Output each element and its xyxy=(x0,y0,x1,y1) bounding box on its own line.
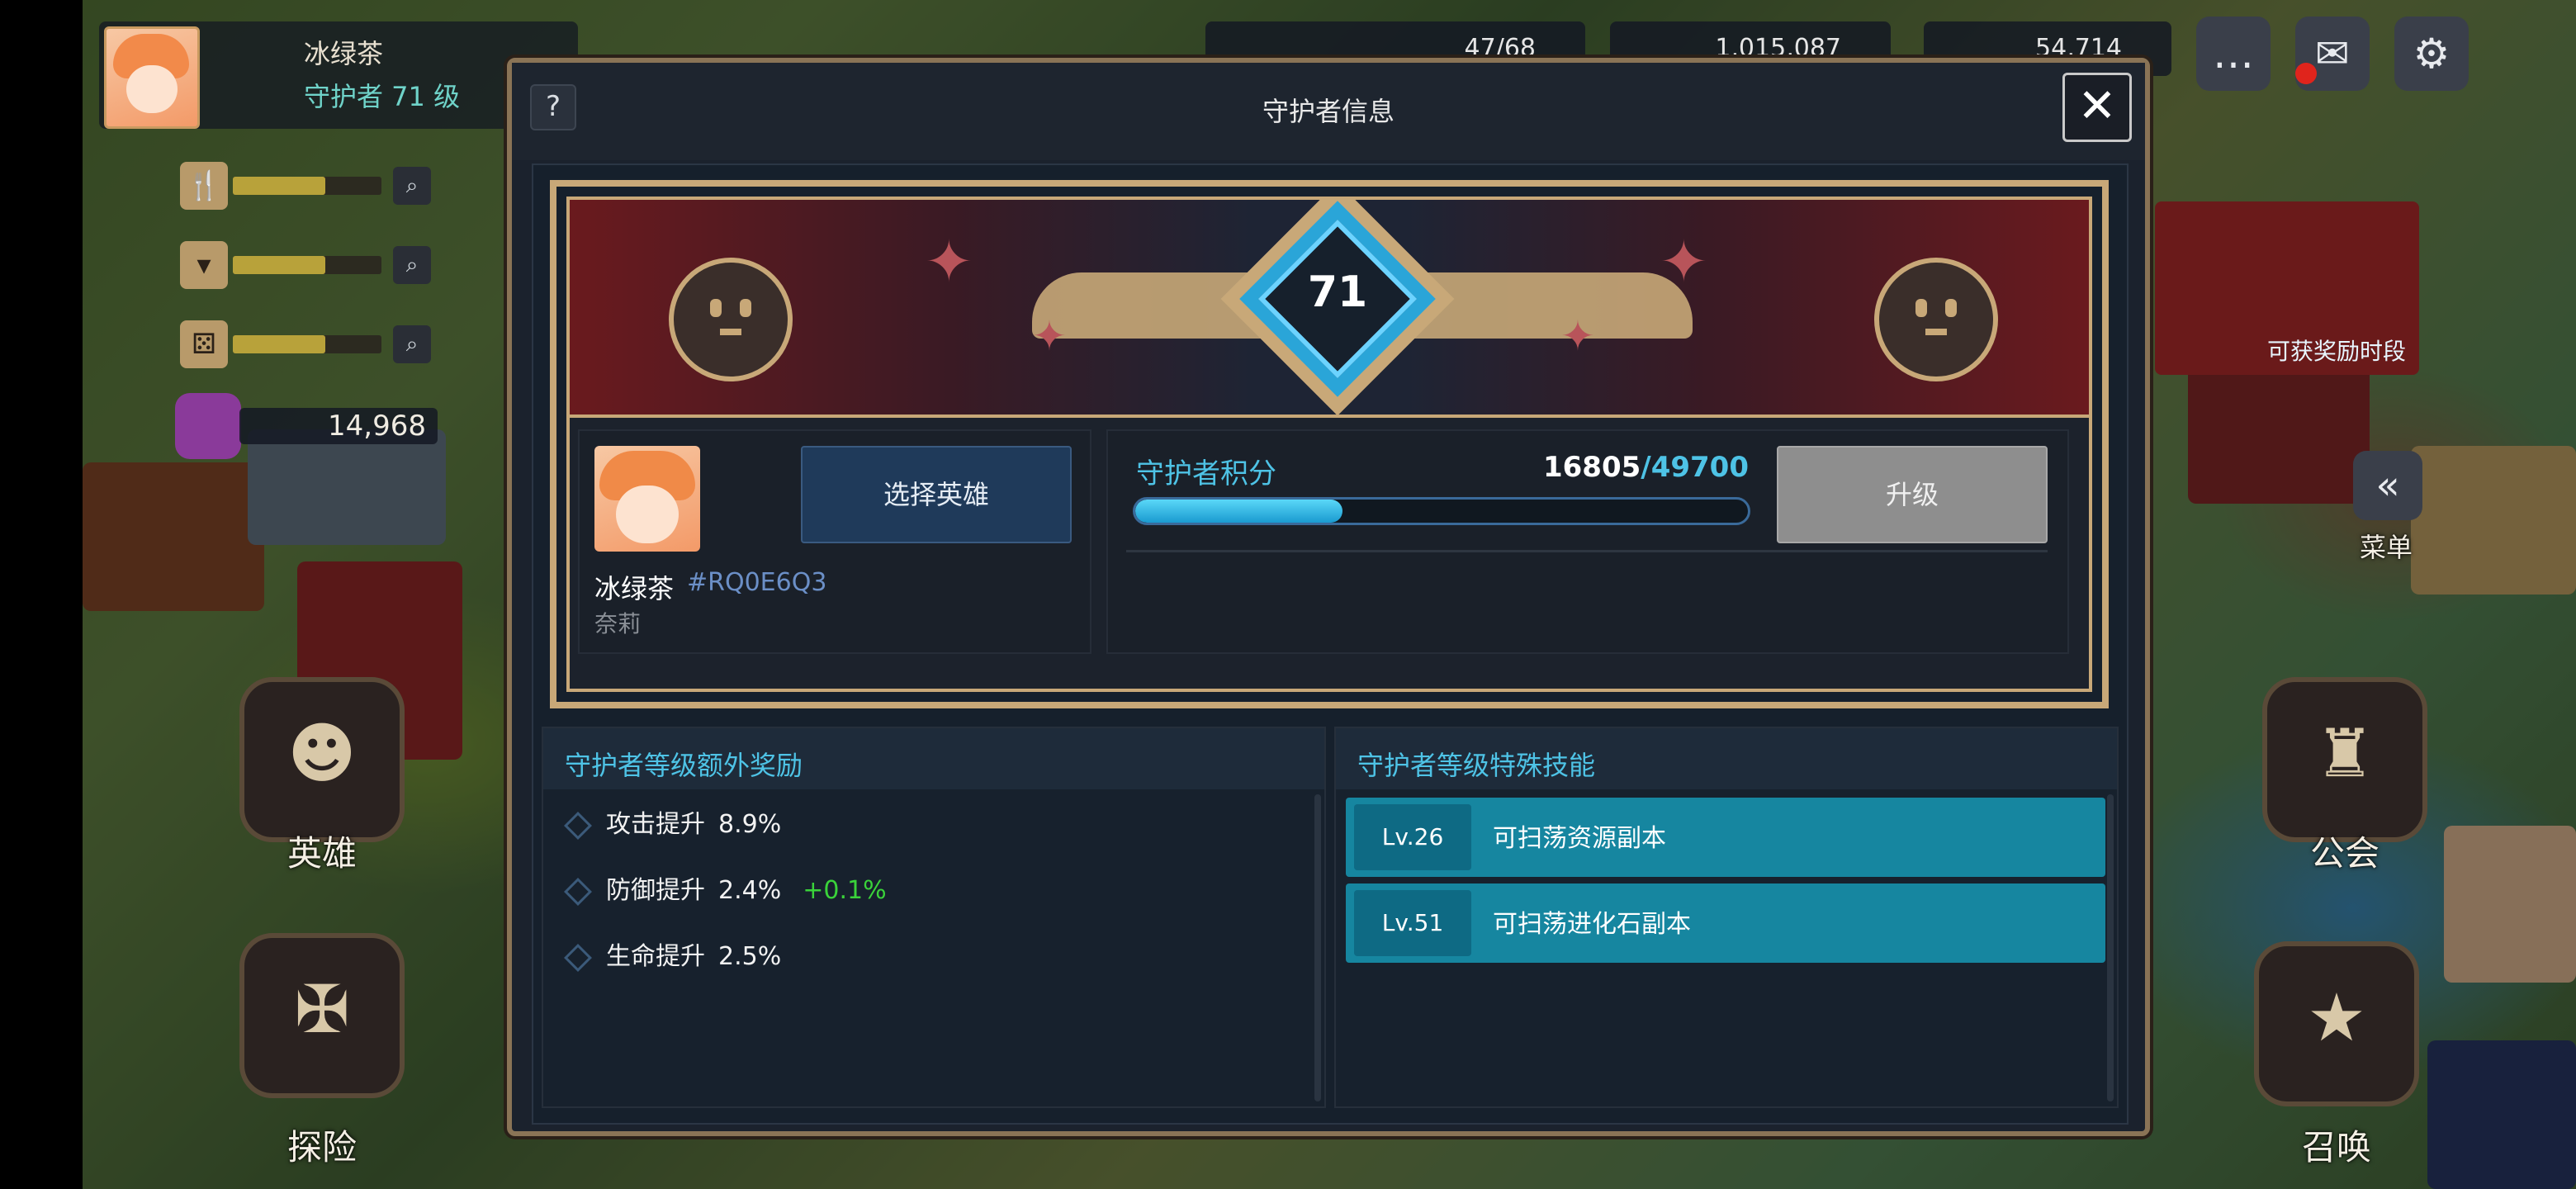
select-hero-button[interactable]: 选择英雄 xyxy=(801,446,1072,543)
guardian-info-dialog: ? 守护者信息 ✕ ✦ ✦ ✦ ✦ 71 选择英雄 冰绿茶 #RQ0E6Q3 奈… xyxy=(507,58,2150,1136)
skills-panel-title: 守护者等级特殊技能 xyxy=(1357,750,1596,781)
explore-nav-label: 探险 xyxy=(286,1127,357,1168)
dialog-header: ? 守护者信息 ✕ xyxy=(512,63,2145,160)
bonus-item: 防御提升 2.4% +0.1% xyxy=(563,870,887,912)
magnifier-icon[interactable]: ⌕ xyxy=(393,246,431,284)
divider xyxy=(1126,550,2048,552)
points-value: 16805/49700 xyxy=(1542,451,1749,484)
points-progress-fill xyxy=(1135,500,1342,523)
summon-icon: ★ xyxy=(2307,979,2366,1056)
points-label: 守护者积分 xyxy=(1136,457,1276,490)
explore-icon: ✠ xyxy=(294,971,350,1048)
gem-count: 14,968 xyxy=(239,408,438,444)
diamond-bullet-icon xyxy=(564,811,592,840)
guardian-mascot-left xyxy=(652,233,809,414)
drink-bar-fill xyxy=(233,256,325,274)
notification-dot xyxy=(2295,63,2317,84)
close-button[interactable]: ✕ xyxy=(2062,73,2132,142)
summon-nav-button[interactable]: ★ xyxy=(2254,941,2419,1106)
player-level: 守护者 71 级 xyxy=(304,81,461,112)
dialog-title: 守护者信息 xyxy=(1262,96,1395,127)
skill-item[interactable]: Lv.26 可扫荡资源副本 xyxy=(1346,798,2105,877)
cup-icon: ▾ xyxy=(180,241,228,289)
skill-level-tag: Lv.51 xyxy=(1354,890,1471,956)
stat-row-food[interactable]: 🍴 ⌕ xyxy=(180,162,436,210)
skill-item[interactable]: Lv.51 可扫荡进化石副本 xyxy=(1346,883,2105,963)
player-avatar[interactable] xyxy=(104,26,200,129)
profile-uid[interactable]: #RQ0E6Q3 xyxy=(687,568,826,597)
skills-panel: 守护者等级特殊技能 Lv.26 可扫荡资源副本 Lv.51 可扫荡进化石副本 xyxy=(1334,727,2119,1108)
sparkle-icon: ✦ xyxy=(1560,312,1595,360)
hero-nav-button[interactable]: ☻ xyxy=(239,677,405,842)
guardian-mascot-right xyxy=(1858,233,2015,414)
collapse-menu-icon[interactable]: « xyxy=(2353,451,2422,520)
food-bar-fill xyxy=(233,177,325,195)
magnifier-icon[interactable]: ⌕ xyxy=(393,167,431,205)
dice-icon: ⚄ xyxy=(180,320,228,368)
scrollbar[interactable] xyxy=(1314,794,1321,1101)
diamond-bullet-icon xyxy=(564,943,592,972)
bonus-panel: 守护者等级额外奖励 攻击提升 8.9% 防御提升 2.4% +0.1% 生命提升 2.5… xyxy=(542,727,1326,1108)
level-banner: ✦ ✦ ✦ ✦ 71 xyxy=(570,200,2089,418)
sparkle-icon: ✦ xyxy=(1032,312,1067,360)
explore-nav-button[interactable]: ✠ xyxy=(239,933,405,1098)
points-card: 守护者积分 16805/49700 升级 xyxy=(1106,429,2069,654)
sparkle-icon: ✦ xyxy=(1660,228,1708,296)
bonus-item: 攻击提升 8.9% xyxy=(563,804,781,846)
event-banner[interactable]: 可获奖励时段 xyxy=(2155,201,2419,375)
fun-bar-fill xyxy=(233,335,325,353)
guild-icon: ♜ xyxy=(2315,715,2375,792)
menu-label: 菜单 xyxy=(2359,532,2413,563)
hero-portrait[interactable] xyxy=(594,446,700,552)
bonus-item: 生命提升 2.5% xyxy=(563,936,781,978)
level-frame: ✦ ✦ ✦ ✦ 71 选择英雄 冰绿茶 #RQ0E6Q3 奈莉 守护者积分 16… xyxy=(550,180,2109,708)
dialog-content: ✦ ✦ ✦ ✦ 71 选择英雄 冰绿茶 #RQ0E6Q3 奈莉 守护者积分 16… xyxy=(532,163,2129,1125)
guild-nav-label: 公会 xyxy=(2309,833,2379,874)
skill-level-tag: Lv.26 xyxy=(1354,804,1471,870)
stat-row-drink[interactable]: ▾ ⌕ xyxy=(180,241,436,289)
gem-icon xyxy=(175,393,241,459)
profile-card: 选择英雄 冰绿茶 #RQ0E6Q3 奈莉 xyxy=(578,429,1091,654)
skill-text: 可扫荡资源副本 xyxy=(1493,824,1666,853)
hero-name: 奈莉 xyxy=(594,610,642,637)
fork-knife-icon: 🍴 xyxy=(180,162,228,210)
gear-icon[interactable]: ⚙ xyxy=(2394,17,2469,91)
bonus-panel-title: 守护者等级额外奖励 xyxy=(565,750,803,781)
summon-nav-label: 召唤 xyxy=(2301,1127,2371,1168)
points-progress-bar xyxy=(1133,497,1750,525)
diamond-bullet-icon xyxy=(564,877,592,906)
guild-nav-button[interactable]: ♜ xyxy=(2262,677,2427,842)
profile-nickname: 冰绿茶 xyxy=(594,573,675,604)
guardian-level-number: 71 xyxy=(1307,268,1368,317)
magnifier-icon[interactable]: ⌕ xyxy=(393,325,431,363)
stat-row-fun[interactable]: ⚄ ⌕ xyxy=(180,320,436,368)
hero-icon: ☻ xyxy=(287,715,357,792)
scrollbar[interactable] xyxy=(2107,794,2114,1101)
upgrade-button[interactable]: 升级 xyxy=(1777,446,2048,543)
chat-icon[interactable]: … xyxy=(2196,17,2271,91)
hero-nav-label: 英雄 xyxy=(286,833,357,874)
player-name: 冰绿茶 xyxy=(304,38,384,69)
sparkle-icon: ✦ xyxy=(925,228,973,296)
skill-text: 可扫荡进化石副本 xyxy=(1493,910,1691,939)
